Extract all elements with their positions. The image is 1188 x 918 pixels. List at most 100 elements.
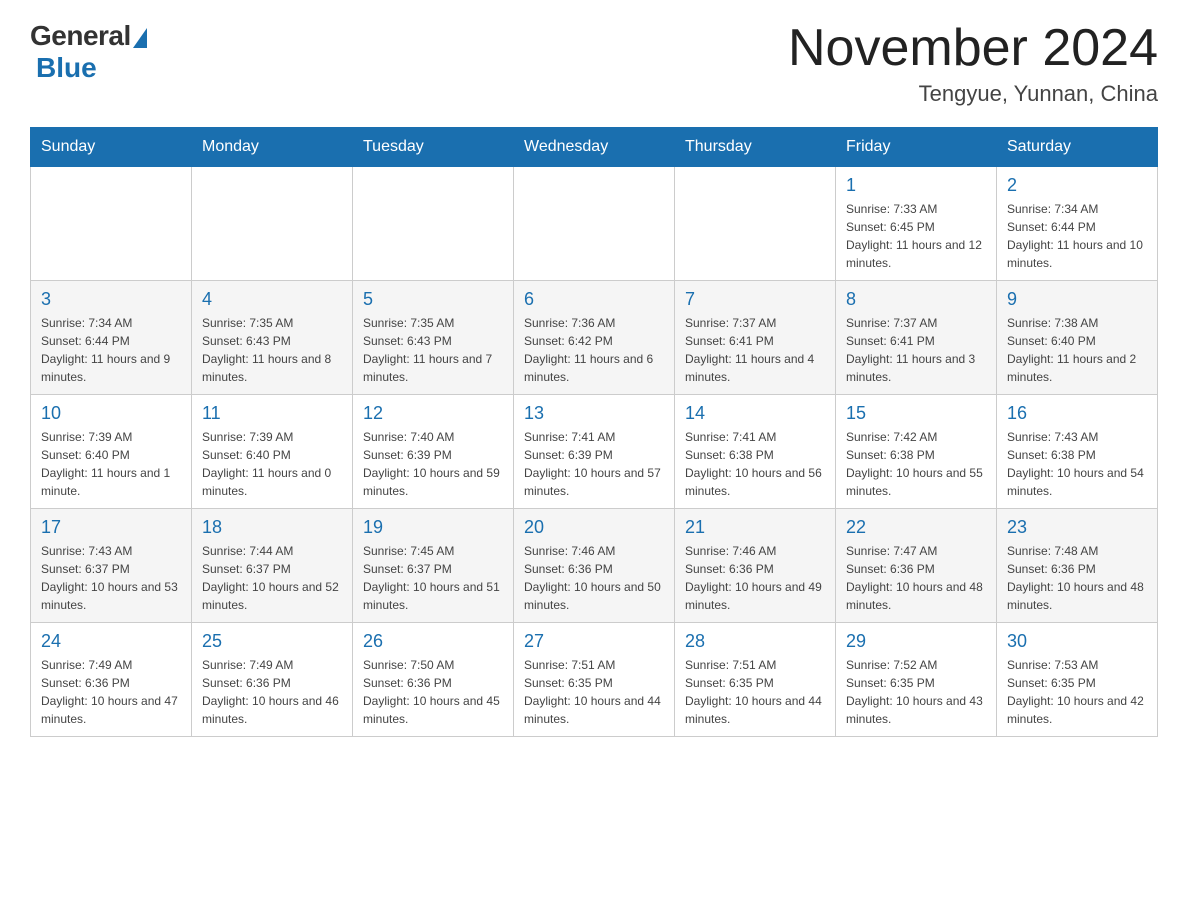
day-info: Sunrise: 7:39 AMSunset: 6:40 PMDaylight:… xyxy=(41,428,181,500)
day-info: Sunrise: 7:53 AMSunset: 6:35 PMDaylight:… xyxy=(1007,656,1147,728)
location-title: Tengyue, Yunnan, China xyxy=(788,81,1158,107)
day-info: Sunrise: 7:52 AMSunset: 6:35 PMDaylight:… xyxy=(846,656,986,728)
calendar-day-cell: 12 Sunrise: 7:40 AMSunset: 6:39 PMDayligh… xyxy=(353,395,514,509)
calendar-day-cell: 15 Sunrise: 7:42 AMSunset: 6:38 PMDayligh… xyxy=(836,395,997,509)
day-number: 26 xyxy=(363,631,503,652)
day-info: Sunrise: 7:34 AMSunset: 6:44 PMDaylight:… xyxy=(1007,200,1147,272)
day-info: Sunrise: 7:40 AMSunset: 6:39 PMDaylight:… xyxy=(363,428,503,500)
day-number: 20 xyxy=(524,517,664,538)
calendar-day-cell: 13Sunrise: 7:41 AMSunset: 6:39 PMDayligh… xyxy=(514,395,675,509)
calendar-day-cell: 17 Sunrise: 7:43 AMSunset: 6:37 PMDayligh… xyxy=(31,509,192,623)
day-number: 3 xyxy=(41,289,181,310)
day-info: Sunrise: 7:43 AMSunset: 6:37 PMDaylight:… xyxy=(41,542,181,614)
day-number: 25 xyxy=(202,631,342,652)
calendar-day-cell: 3 Sunrise: 7:34 AMSunset: 6:44 PMDaylight… xyxy=(31,281,192,395)
calendar-day-cell: 2 Sunrise: 7:34 AMSunset: 6:44 PMDaylight… xyxy=(997,167,1158,281)
calendar-day-cell: 8 Sunrise: 7:37 AMSunset: 6:41 PMDaylight… xyxy=(836,281,997,395)
day-info: Sunrise: 7:49 AMSunset: 6:36 PMDaylight:… xyxy=(202,656,342,728)
day-number: 28 xyxy=(685,631,825,652)
day-number: 9 xyxy=(1007,289,1147,310)
month-title: November 2024 xyxy=(788,20,1158,77)
day-number: 21 xyxy=(685,517,825,538)
calendar-day-cell: 26 Sunrise: 7:50 AMSunset: 6:36 PMDayligh… xyxy=(353,623,514,737)
calendar-day-cell: 30Sunrise: 7:53 AMSunset: 6:35 PMDayligh… xyxy=(997,623,1158,737)
calendar-day-cell: 7 Sunrise: 7:37 AMSunset: 6:41 PMDaylight… xyxy=(675,281,836,395)
calendar-header-row: SundayMondayTuesdayWednesdayThursdayFrid… xyxy=(31,128,1158,167)
logo-triangle-icon xyxy=(133,28,147,48)
day-number: 19 xyxy=(363,517,503,538)
calendar-day-cell: 16 Sunrise: 7:43 AMSunset: 6:38 PMDayligh… xyxy=(997,395,1158,509)
day-of-week-header: Sunday xyxy=(31,128,192,167)
calendar-day-cell: 25 Sunrise: 7:49 AMSunset: 6:36 PMDayligh… xyxy=(192,623,353,737)
calendar-day-cell: 19Sunrise: 7:45 AMSunset: 6:37 PMDayligh… xyxy=(353,509,514,623)
day-number: 2 xyxy=(1007,175,1147,196)
day-number: 11 xyxy=(202,403,342,424)
calendar-week-row: 10Sunrise: 7:39 AMSunset: 6:40 PMDayligh… xyxy=(31,395,1158,509)
day-number: 22 xyxy=(846,517,986,538)
logo: General Blue xyxy=(30,20,147,84)
calendar-day-cell xyxy=(514,167,675,281)
calendar-day-cell: 9Sunrise: 7:38 AMSunset: 6:40 PMDaylight… xyxy=(997,281,1158,395)
day-number: 8 xyxy=(846,289,986,310)
day-info: Sunrise: 7:41 AMSunset: 6:38 PMDaylight:… xyxy=(685,428,825,500)
calendar-day-cell: 21 Sunrise: 7:46 AMSunset: 6:36 PMDayligh… xyxy=(675,509,836,623)
calendar-day-cell: 29 Sunrise: 7:52 AMSunset: 6:35 PMDayligh… xyxy=(836,623,997,737)
day-info: Sunrise: 7:37 AMSunset: 6:41 PMDaylight:… xyxy=(846,314,986,386)
calendar-week-row: 24Sunrise: 7:49 AMSunset: 6:36 PMDayligh… xyxy=(31,623,1158,737)
title-section: November 2024 Tengyue, Yunnan, China xyxy=(788,20,1158,107)
day-info: Sunrise: 7:48 AMSunset: 6:36 PMDaylight:… xyxy=(1007,542,1147,614)
day-info: Sunrise: 7:37 AMSunset: 6:41 PMDaylight:… xyxy=(685,314,825,386)
calendar-day-cell: 1 Sunrise: 7:33 AMSunset: 6:45 PMDaylight… xyxy=(836,167,997,281)
day-number: 4 xyxy=(202,289,342,310)
day-number: 14 xyxy=(685,403,825,424)
day-number: 23 xyxy=(1007,517,1147,538)
day-number: 6 xyxy=(524,289,664,310)
day-info: Sunrise: 7:49 AMSunset: 6:36 PMDaylight:… xyxy=(41,656,181,728)
day-number: 16 xyxy=(1007,403,1147,424)
day-number: 17 xyxy=(41,517,181,538)
day-number: 5 xyxy=(363,289,503,310)
calendar-day-cell: 6 Sunrise: 7:36 AMSunset: 6:42 PMDaylight… xyxy=(514,281,675,395)
page-header: General Blue November 2024 Tengyue, Yunn… xyxy=(30,20,1158,107)
day-number: 27 xyxy=(524,631,664,652)
day-info: Sunrise: 7:46 AMSunset: 6:36 PMDaylight:… xyxy=(524,542,664,614)
day-of-week-header: Thursday xyxy=(675,128,836,167)
day-info: Sunrise: 7:43 AMSunset: 6:38 PMDaylight:… xyxy=(1007,428,1147,500)
day-info: Sunrise: 7:50 AMSunset: 6:36 PMDaylight:… xyxy=(363,656,503,728)
day-info: Sunrise: 7:51 AMSunset: 6:35 PMDaylight:… xyxy=(524,656,664,728)
calendar-day-cell xyxy=(192,167,353,281)
day-info: Sunrise: 7:36 AMSunset: 6:42 PMDaylight:… xyxy=(524,314,664,386)
calendar-week-row: 3 Sunrise: 7:34 AMSunset: 6:44 PMDaylight… xyxy=(31,281,1158,395)
day-number: 12 xyxy=(363,403,503,424)
calendar-day-cell: 24Sunrise: 7:49 AMSunset: 6:36 PMDayligh… xyxy=(31,623,192,737)
calendar-day-cell: 27 Sunrise: 7:51 AMSunset: 6:35 PMDayligh… xyxy=(514,623,675,737)
calendar-table: SundayMondayTuesdayWednesdayThursdayFrid… xyxy=(30,127,1158,737)
calendar-day-cell: 20 Sunrise: 7:46 AMSunset: 6:36 PMDayligh… xyxy=(514,509,675,623)
calendar-day-cell: 23 Sunrise: 7:48 AMSunset: 6:36 PMDayligh… xyxy=(997,509,1158,623)
calendar-day-cell: 4 Sunrise: 7:35 AMSunset: 6:43 PMDaylight… xyxy=(192,281,353,395)
calendar-day-cell: 28Sunrise: 7:51 AMSunset: 6:35 PMDayligh… xyxy=(675,623,836,737)
calendar-week-row: 17 Sunrise: 7:43 AMSunset: 6:37 PMDayligh… xyxy=(31,509,1158,623)
calendar-day-cell xyxy=(675,167,836,281)
day-info: Sunrise: 7:42 AMSunset: 6:38 PMDaylight:… xyxy=(846,428,986,500)
day-info: Sunrise: 7:33 AMSunset: 6:45 PMDaylight:… xyxy=(846,200,986,272)
day-info: Sunrise: 7:44 AMSunset: 6:37 PMDaylight:… xyxy=(202,542,342,614)
calendar-day-cell: 18Sunrise: 7:44 AMSunset: 6:37 PMDayligh… xyxy=(192,509,353,623)
day-info: Sunrise: 7:35 AMSunset: 6:43 PMDaylight:… xyxy=(202,314,342,386)
day-info: Sunrise: 7:39 AMSunset: 6:40 PMDaylight:… xyxy=(202,428,342,500)
day-of-week-header: Monday xyxy=(192,128,353,167)
day-number: 7 xyxy=(685,289,825,310)
calendar-week-row: 1 Sunrise: 7:33 AMSunset: 6:45 PMDaylight… xyxy=(31,167,1158,281)
day-info: Sunrise: 7:46 AMSunset: 6:36 PMDaylight:… xyxy=(685,542,825,614)
day-number: 1 xyxy=(846,175,986,196)
day-info: Sunrise: 7:34 AMSunset: 6:44 PMDaylight:… xyxy=(41,314,181,386)
calendar-day-cell: 5Sunrise: 7:35 AMSunset: 6:43 PMDaylight… xyxy=(353,281,514,395)
day-of-week-header: Friday xyxy=(836,128,997,167)
day-number: 29 xyxy=(846,631,986,652)
day-of-week-header: Wednesday xyxy=(514,128,675,167)
day-of-week-header: Tuesday xyxy=(353,128,514,167)
day-number: 15 xyxy=(846,403,986,424)
calendar-day-cell: 11 Sunrise: 7:39 AMSunset: 6:40 PMDayligh… xyxy=(192,395,353,509)
calendar-day-cell xyxy=(353,167,514,281)
day-of-week-header: Saturday xyxy=(997,128,1158,167)
